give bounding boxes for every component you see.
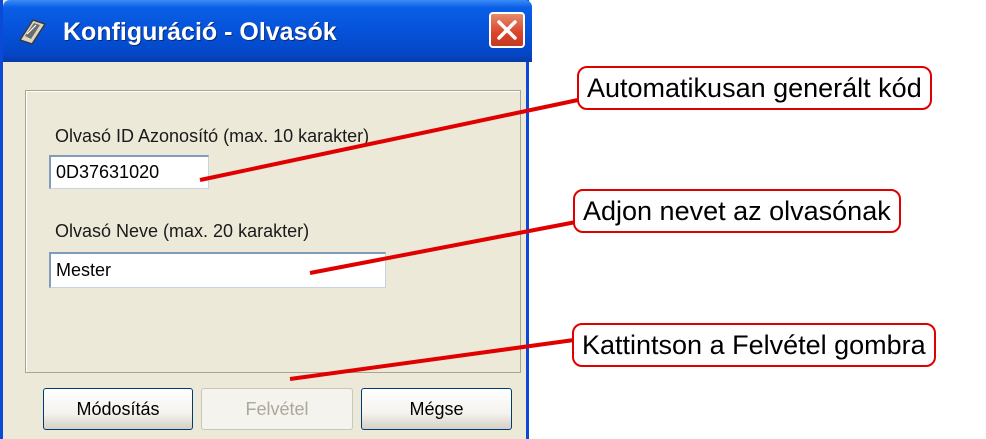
arrow-give-name xyxy=(309,220,577,275)
callout-click-add: Kattintson a Felvétel gombra xyxy=(572,323,936,367)
callout-auto-code: Automatikusan generált kód xyxy=(577,66,932,110)
callout-give-name: Adjon nevet az olvasónak xyxy=(573,189,901,233)
arrow-auto-code xyxy=(199,98,579,182)
arrow-click-add xyxy=(289,338,575,381)
